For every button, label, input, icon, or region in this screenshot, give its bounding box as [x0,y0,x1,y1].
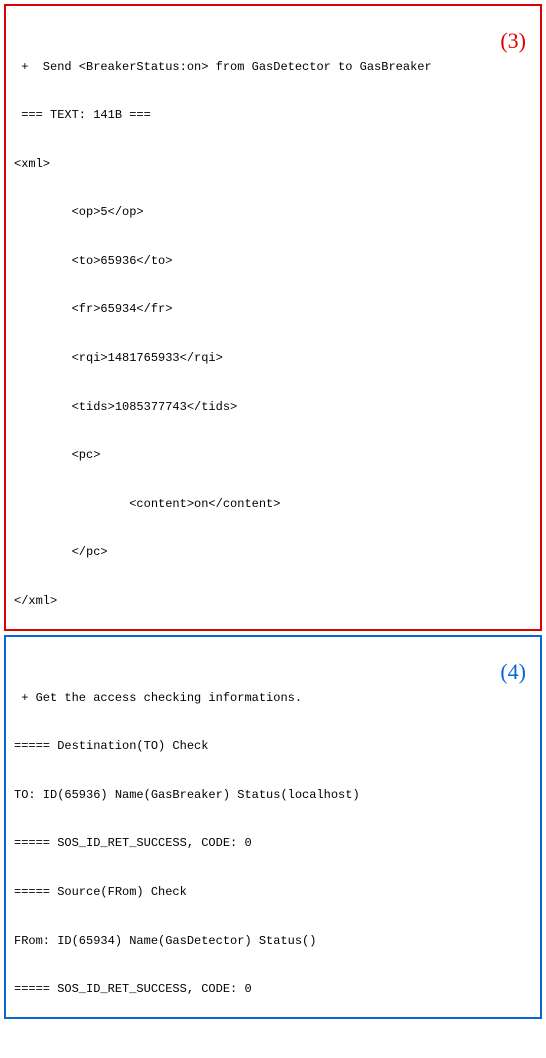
log-line: </pc> [14,544,532,560]
log-line: </xml> [14,593,532,609]
log-continuation: ===== Token ID Check TokenID: 1085377743… [4,1023,542,1058]
log-line: TO: ID(65936) Name(GasBreaker) Status(lo… [14,787,532,803]
log-line: <pc> [14,447,532,463]
log-line: ===== Token ID Check [12,1056,534,1058]
log-line: <to>65936</to> [14,253,532,269]
log-line: <fr>65934</fr> [14,301,532,317]
log-line: ===== Source(FRom) Check [14,884,532,900]
block-label-4: (4) [500,657,526,687]
log-line: <op>5</op> [14,204,532,220]
log-line: ===== Destination(TO) Check [14,738,532,754]
log-line: <rqi>1481765933</rqi> [14,350,532,366]
log-line: <xml> [14,156,532,172]
log-line: FRom: ID(65934) Name(GasDetector) Status… [14,933,532,949]
log-line: ===== SOS_ID_RET_SUCCESS, CODE: 0 [14,835,532,851]
log-line: === TEXT: 141B === [14,107,532,123]
log-line: + Send <BreakerStatus:on> from GasDetect… [14,59,532,75]
log-line: <tids>1085377743</tids> [14,399,532,415]
log-block-3: (3) + Send <BreakerStatus:on> from GasDe… [4,4,542,631]
block-label-3: (3) [500,26,526,56]
log-block-4: (4) + Get the access checking informatio… [4,635,542,1019]
log-line: <content>on</content> [14,496,532,512]
log-line: ===== SOS_ID_RET_SUCCESS, CODE: 0 [14,981,532,997]
log-line: + Get the access checking informations. [14,690,532,706]
